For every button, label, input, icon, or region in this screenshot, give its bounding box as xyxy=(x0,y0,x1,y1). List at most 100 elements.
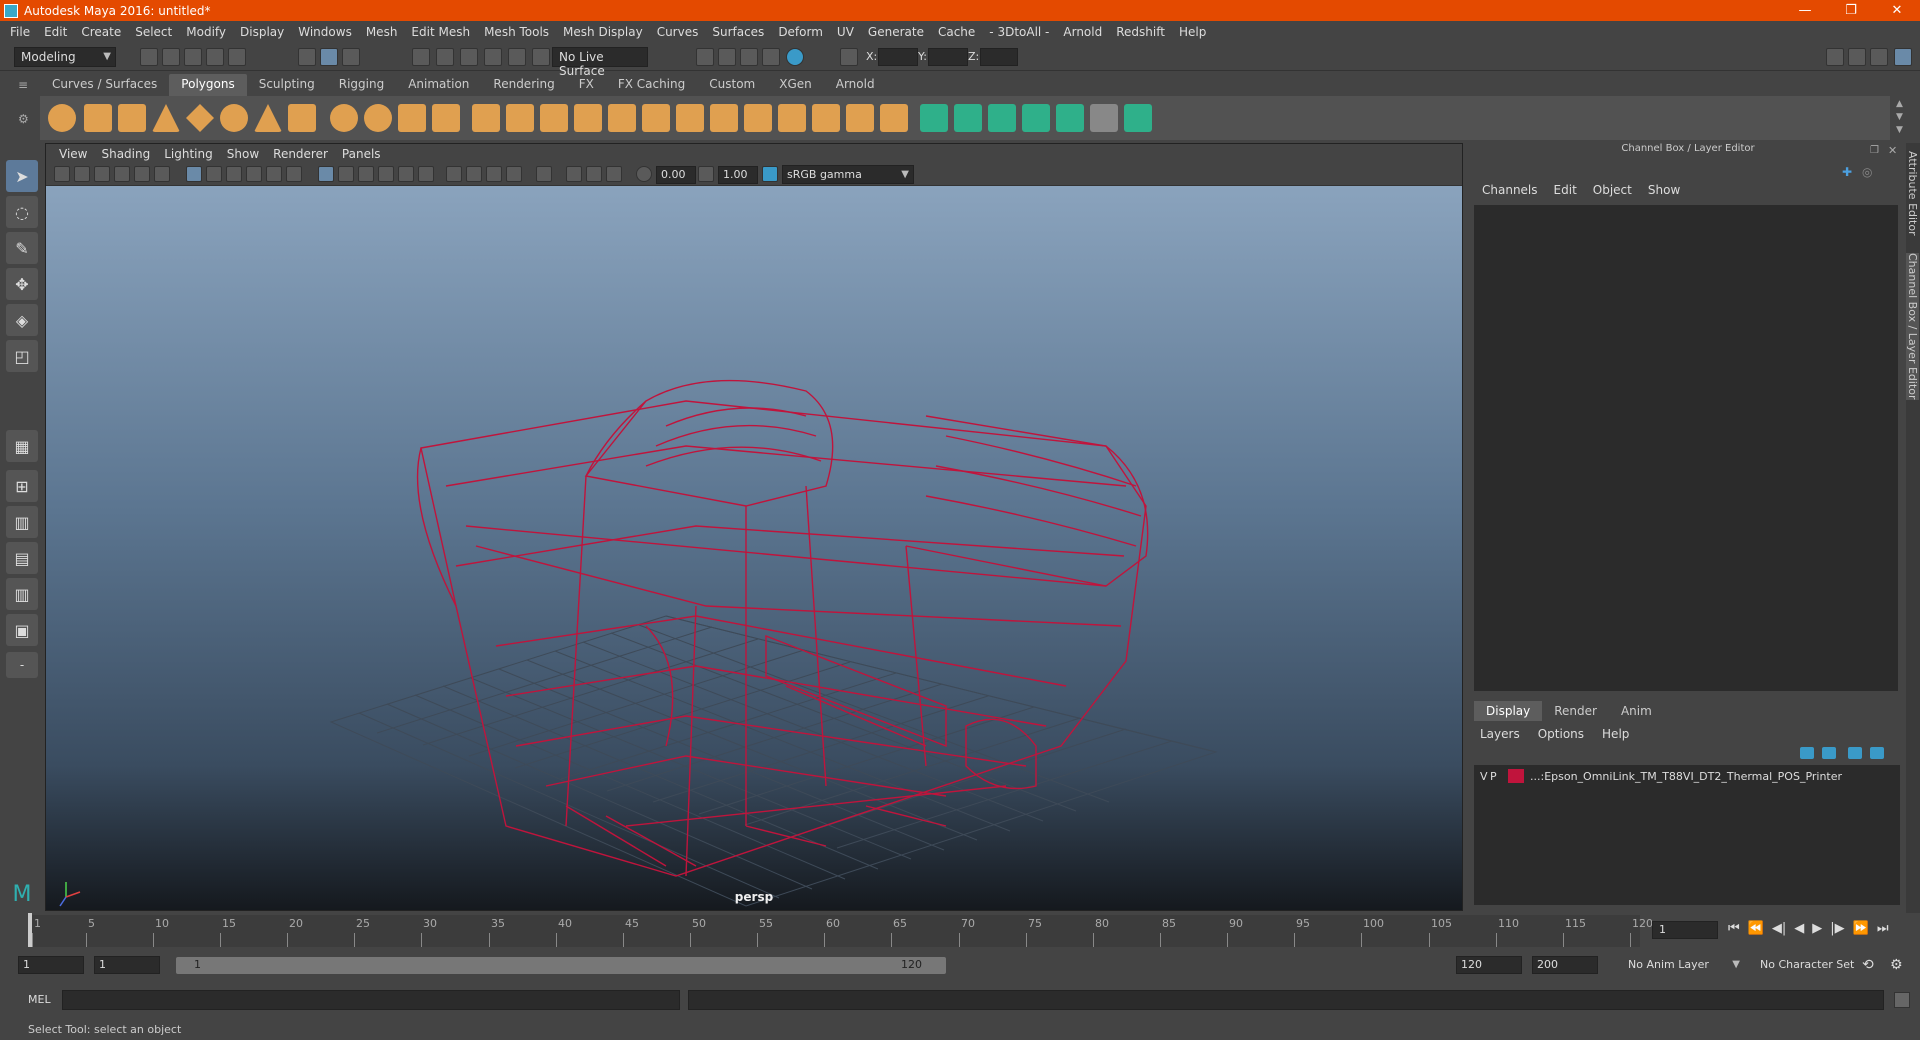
grid-icon[interactable] xyxy=(186,166,202,182)
perspective-graph-layout-icon[interactable]: ▤ xyxy=(6,542,38,574)
render-icon[interactable] xyxy=(718,48,736,66)
target-weld-icon[interactable] xyxy=(710,104,738,132)
layer-menu-help[interactable]: Help xyxy=(1602,727,1629,741)
uv-cut-icon[interactable] xyxy=(1124,104,1152,132)
step-back-key-icon[interactable]: ◀| xyxy=(1772,921,1786,936)
new-scene-icon[interactable] xyxy=(140,48,158,66)
playback-end-field[interactable]: 120 xyxy=(1456,956,1522,974)
menu-redshift[interactable]: Redshift xyxy=(1116,25,1165,39)
tab-channel-box-layer-editor[interactable]: Channel Box / Layer Editor xyxy=(1906,253,1919,400)
snap-curve-icon[interactable] xyxy=(436,48,454,66)
extrude-icon[interactable] xyxy=(540,104,568,132)
tab-fx-caching[interactable]: FX Caching xyxy=(606,74,697,96)
render-settings-icon[interactable] xyxy=(762,48,780,66)
more-layouts-icon[interactable]: - xyxy=(6,652,38,678)
poly-cylinder-icon[interactable] xyxy=(118,104,146,132)
snap-surface-icon[interactable] xyxy=(508,48,526,66)
perspective-outliner-layout-icon[interactable]: ▥ xyxy=(6,506,38,538)
tab-custom[interactable]: Custom xyxy=(697,74,767,96)
tab-render[interactable]: Render xyxy=(1542,701,1609,721)
exposure-field[interactable]: 0.00 xyxy=(656,166,696,184)
snap-point-icon[interactable] xyxy=(460,48,478,66)
menu-edit-mesh[interactable]: Edit Mesh xyxy=(411,25,470,39)
go-to-end-icon[interactable]: ⏭ xyxy=(1877,921,1889,936)
ipr-render-icon[interactable] xyxy=(740,48,758,66)
textured-icon[interactable] xyxy=(378,166,394,182)
hypershade-icon[interactable] xyxy=(786,48,804,66)
gamma-icon[interactable] xyxy=(698,166,714,182)
auto-key-icon[interactable]: ⟲ xyxy=(1862,957,1874,973)
append-icon[interactable] xyxy=(642,104,670,132)
mirror-icon[interactable] xyxy=(472,104,500,132)
anti-aliasing-icon[interactable] xyxy=(486,166,502,182)
current-frame-field[interactable]: 1 xyxy=(1652,921,1718,939)
toggle-channel-box-icon[interactable] xyxy=(1894,48,1912,66)
speed-icon[interactable]: ◎ xyxy=(1862,165,1876,179)
grease-pencil-icon[interactable] xyxy=(154,166,170,182)
xray-icon[interactable] xyxy=(566,166,582,182)
camera-icon[interactable] xyxy=(54,166,70,182)
menu-uv[interactable]: UV xyxy=(837,25,854,39)
menu-select[interactable]: Select xyxy=(135,25,172,39)
resolution-gate-icon[interactable] xyxy=(226,166,242,182)
viewport-menu-renderer[interactable]: Renderer xyxy=(273,147,328,161)
move-layer-up-icon[interactable] xyxy=(1800,747,1814,759)
maximize-button[interactable]: ❐ xyxy=(1828,0,1874,21)
new-layer-selected-icon[interactable] xyxy=(1870,747,1884,759)
use-lights-icon[interactable] xyxy=(398,166,414,182)
minimize-button[interactable]: — xyxy=(1782,0,1828,21)
anim-layer-dropdown[interactable]: No Anim Layer ▼ xyxy=(1622,956,1744,975)
layer-color-swatch[interactable] xyxy=(1508,769,1524,783)
move-layer-down-icon[interactable] xyxy=(1822,747,1836,759)
camera-attributes-icon[interactable] xyxy=(74,166,90,182)
poly-cube-icon[interactable] xyxy=(84,104,112,132)
lasso-tool-icon[interactable]: ◌ xyxy=(6,196,38,228)
render-view-icon[interactable] xyxy=(696,48,714,66)
edge-loop-icon[interactable] xyxy=(778,104,806,132)
menu-windows[interactable]: Windows xyxy=(298,25,352,39)
smooth-shade-icon[interactable] xyxy=(338,166,354,182)
select-tool-icon[interactable]: ➤ xyxy=(6,160,38,192)
menu-deform[interactable]: Deform xyxy=(778,25,823,39)
depth-of-field-icon[interactable] xyxy=(506,166,522,182)
animation-end-field[interactable]: 200 xyxy=(1532,956,1598,974)
shelf-scroll-arrows-icon[interactable]: ▲ ▼ ▼ xyxy=(1896,98,1903,137)
cylindrical-uv-icon[interactable] xyxy=(954,104,982,132)
boolean-icon[interactable] xyxy=(506,104,534,132)
play-backwards-icon[interactable]: ◀ xyxy=(1794,921,1804,936)
snap-view-icon[interactable] xyxy=(484,48,502,66)
planar-uv-icon[interactable] xyxy=(920,104,948,132)
menu-arnold[interactable]: Arnold xyxy=(1063,25,1102,39)
select-component-icon[interactable] xyxy=(342,48,360,66)
new-empty-layer-icon[interactable] xyxy=(1848,747,1862,759)
tab-animation[interactable]: Animation xyxy=(396,74,481,96)
color-management-icon[interactable] xyxy=(762,166,778,182)
smooth-icon[interactable] xyxy=(432,104,460,132)
scale-tool-icon[interactable]: ◰ xyxy=(6,340,38,372)
bridge-icon[interactable] xyxy=(574,104,602,132)
color-space-dropdown[interactable]: sRGB gamma ▼ xyxy=(782,165,914,184)
channel-menu-channels[interactable]: Channels xyxy=(1482,183,1538,197)
viewport-menu-lighting[interactable]: Lighting xyxy=(164,147,213,161)
quad-draw-icon[interactable] xyxy=(744,104,772,132)
single-perspective-layout-icon[interactable]: ▦ xyxy=(6,430,38,462)
redo-icon[interactable] xyxy=(228,48,246,66)
ambient-occlusion-icon[interactable] xyxy=(446,166,462,182)
tab-anim[interactable]: Anim xyxy=(1609,701,1664,721)
select-hierarchy-icon[interactable] xyxy=(298,48,316,66)
film-gate-icon[interactable] xyxy=(206,166,222,182)
tab-fx[interactable]: FX xyxy=(567,74,606,96)
tab-display[interactable]: Display xyxy=(1474,701,1543,721)
playback-start-field[interactable]: 1 xyxy=(94,956,160,974)
menu-modify[interactable]: Modify xyxy=(186,25,226,39)
menu-help[interactable]: Help xyxy=(1179,25,1206,39)
four-view-layout-icon[interactable]: ⊞ xyxy=(6,470,38,502)
exposure-icon[interactable] xyxy=(636,166,652,182)
script-editor-icon[interactable] xyxy=(1894,992,1910,1008)
extract-icon[interactable] xyxy=(398,104,426,132)
toggle-modeling-toolkit-icon[interactable] xyxy=(1826,48,1844,66)
gamma-field[interactable]: 1.00 xyxy=(718,166,758,184)
xray-joints-icon[interactable] xyxy=(586,166,602,182)
save-scene-icon[interactable] xyxy=(184,48,202,66)
2d-pan-zoom-icon[interactable] xyxy=(134,166,150,182)
